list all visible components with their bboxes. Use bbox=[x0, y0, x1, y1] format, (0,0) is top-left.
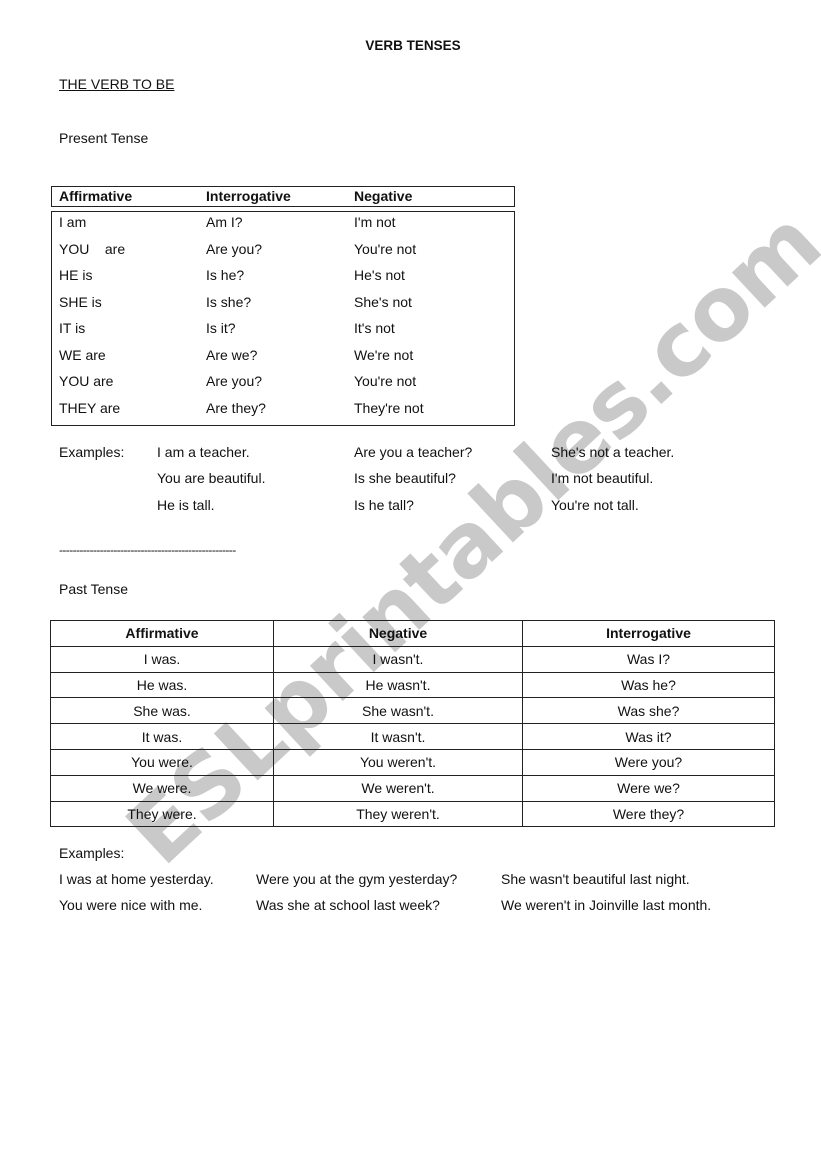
present-table-body: I am Am I? I'm not YOU are Are you? You'… bbox=[51, 211, 515, 426]
table-row: YOU are Are you? You're not bbox=[52, 373, 514, 399]
example-sentence: We weren't in Joinville last month. bbox=[501, 897, 712, 913]
example-sentence: Is she beautiful? bbox=[354, 470, 456, 486]
table-cell: Are you? bbox=[206, 373, 263, 389]
table-cell: I wasn't. bbox=[273, 645, 523, 673]
table-row: HE is Is he? He's not bbox=[52, 267, 514, 293]
table-cell: Am I? bbox=[206, 214, 243, 230]
table-cell: It's not bbox=[354, 320, 395, 336]
past-tense-table: Affirmative Negative Interrogative I was… bbox=[50, 620, 775, 828]
example-sentence: You are beautiful. bbox=[157, 470, 266, 486]
example-sentence: I was at home yesterday. bbox=[59, 871, 214, 887]
table-cell: Are we? bbox=[206, 346, 258, 363]
table-cell: She's not bbox=[354, 293, 412, 310]
past-tense-heading: Past Tense bbox=[59, 581, 129, 597]
example-sentence: I am a teacher. bbox=[157, 444, 250, 460]
table-cell: You were. bbox=[50, 748, 274, 776]
present-tense-heading: Present Tense bbox=[59, 130, 149, 146]
table-row: It was. It wasn't. Was it? bbox=[50, 723, 775, 750]
examples-label: Examples: bbox=[59, 845, 125, 861]
table-cell: Are they? bbox=[206, 399, 266, 416]
table-row: IT is Is it? It's not bbox=[52, 320, 514, 346]
table-cell: Is he? bbox=[206, 267, 245, 283]
example-sentence: Was she at school last week? bbox=[256, 897, 440, 913]
section-divider: ----------------------------------------… bbox=[59, 543, 236, 557]
table-row: YOU are Are you? You're not bbox=[52, 241, 514, 267]
table-cell: I am bbox=[59, 214, 87, 230]
table-cell: Was it? bbox=[522, 723, 775, 750]
table-row: They were. They weren't. Were they? bbox=[50, 800, 775, 828]
table-cell: You're not bbox=[354, 373, 417, 389]
table-row: I was. I wasn't. Was I? bbox=[50, 645, 775, 673]
table-cell: They weren't. bbox=[273, 800, 523, 828]
column-header: Interrogative bbox=[206, 188, 291, 204]
table-cell: THEY are bbox=[59, 399, 121, 416]
column-header: Affirmative bbox=[59, 188, 133, 204]
page-title: VERB TENSES bbox=[365, 38, 461, 53]
table-cell: She was. bbox=[50, 697, 274, 725]
table-row: We were. We weren't. Were we? bbox=[50, 774, 775, 802]
table-cell: It was. bbox=[50, 723, 274, 750]
table-cell: We're not bbox=[354, 346, 414, 363]
table-row: You were. You weren't. Were you? bbox=[50, 748, 775, 776]
table-cell: YOU are bbox=[59, 373, 114, 389]
column-header: Affirmative bbox=[50, 620, 274, 647]
table-cell: Is she? bbox=[206, 293, 252, 310]
table-cell: We weren't. bbox=[273, 774, 523, 802]
table-cell: Were you? bbox=[522, 748, 775, 776]
example-sentence: He is tall. bbox=[157, 497, 215, 513]
column-header: Negative bbox=[354, 188, 413, 204]
present-table-header: Affirmative Interrogative Negative bbox=[51, 186, 515, 207]
table-row: I am Am I? I'm not bbox=[52, 214, 514, 240]
example-sentence: She wasn't beautiful last night. bbox=[501, 871, 690, 887]
table-cell: Is it? bbox=[206, 320, 236, 336]
worksheet-page: VERB TENSES THE VERB TO BE Present Tense… bbox=[0, 0, 821, 1169]
table-cell: Were we? bbox=[522, 774, 775, 802]
table-cell: WE are bbox=[59, 346, 106, 363]
section-subtitle: THE VERB TO BE bbox=[59, 76, 175, 92]
table-row: THEY are Are they? They're not bbox=[52, 400, 514, 426]
example-sentence: Are you a teacher? bbox=[354, 444, 473, 460]
table-cell: Are you? bbox=[206, 240, 263, 257]
table-cell: They were. bbox=[50, 800, 274, 828]
table-cell: YOU are bbox=[59, 240, 126, 257]
table-cell: I'm not bbox=[354, 214, 396, 230]
table-cell: He was. bbox=[50, 671, 274, 699]
examples-label: Examples: bbox=[59, 444, 125, 460]
example-sentence: She's not a teacher. bbox=[551, 444, 675, 460]
table-row: He was. He wasn't. Was he? bbox=[50, 671, 775, 699]
column-header: Interrogative bbox=[522, 620, 775, 647]
table-cell: I was. bbox=[50, 645, 274, 673]
table-cell: We were. bbox=[50, 774, 274, 802]
table-cell: Was I? bbox=[522, 645, 775, 673]
table-cell: IT is bbox=[59, 320, 86, 336]
example-sentence: Is he tall? bbox=[354, 497, 414, 513]
table-cell: Was she? bbox=[522, 697, 775, 725]
example-sentence: You're not tall. bbox=[551, 497, 639, 513]
column-header: Negative bbox=[273, 620, 523, 647]
table-cell: It wasn't. bbox=[273, 723, 523, 750]
table-cell: He wasn't. bbox=[273, 671, 523, 699]
table-cell: You're not bbox=[354, 240, 417, 257]
table-cell: Were they? bbox=[522, 800, 775, 828]
table-header-row: Affirmative Negative Interrogative bbox=[50, 620, 775, 647]
example-sentence: I'm not beautiful. bbox=[551, 470, 654, 486]
table-cell: You weren't. bbox=[273, 748, 523, 776]
table-row: SHE is Is she? She's not bbox=[52, 294, 514, 320]
example-sentence: You were nice with me. bbox=[59, 897, 203, 913]
example-sentence: Were you at the gym yesterday? bbox=[256, 871, 458, 887]
table-cell: She wasn't. bbox=[273, 697, 523, 725]
table-cell: He's not bbox=[354, 267, 405, 283]
table-cell: They're not bbox=[354, 399, 424, 416]
table-row: WE are Are we? We're not bbox=[52, 347, 514, 373]
table-cell: HE is bbox=[59, 267, 93, 283]
table-row: She was. She wasn't. Was she? bbox=[50, 697, 775, 725]
table-cell: Was he? bbox=[522, 671, 775, 699]
table-cell: SHE is bbox=[59, 293, 102, 310]
